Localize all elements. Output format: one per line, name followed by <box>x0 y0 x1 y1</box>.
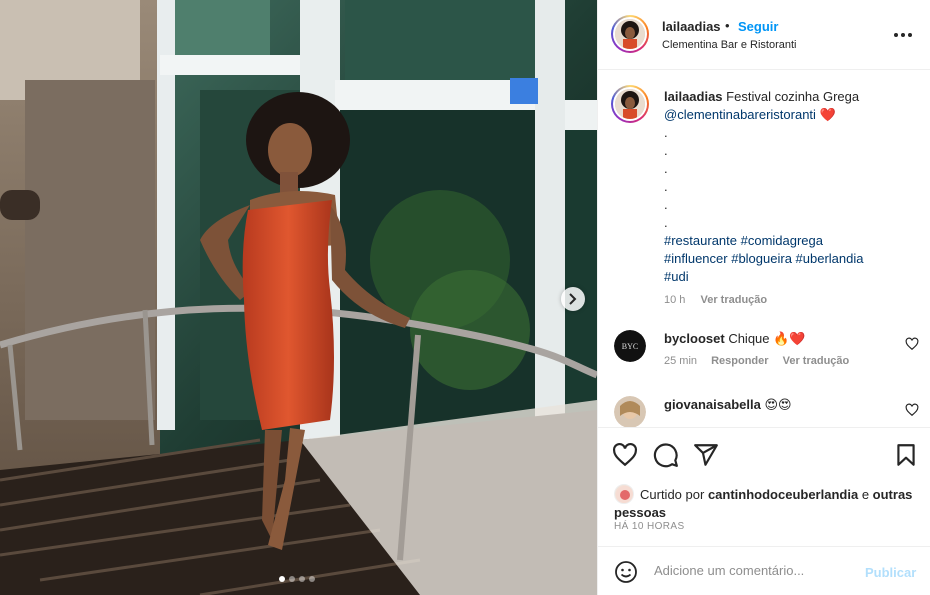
caption-dot-line: . <box>664 215 668 230</box>
more-options-icon[interactable] <box>894 26 914 44</box>
carousel-dot <box>309 576 315 582</box>
likes-prefix: Curtido por <box>640 487 705 502</box>
emoji-icon[interactable] <box>614 560 638 584</box>
caption-hashtags[interactable]: #udi <box>664 268 914 286</box>
post-image <box>0 0 597 595</box>
author-username[interactable]: lailaadias <box>662 19 721 34</box>
cantinho-logo-icon <box>616 486 633 503</box>
post-caption: lailaadias Festival cozinha Grega @cleme… <box>664 88 914 309</box>
caption-hashtags[interactable]: #influencer #blogueira #uberlandia <box>664 250 914 268</box>
caption-dot-line: . <box>664 125 668 140</box>
heart-emoji: ❤️ <box>819 107 836 122</box>
post-timestamp: HÁ 10 HORAS <box>614 521 685 532</box>
share-paper-plane-icon[interactable] <box>693 442 719 468</box>
avatar-photo-icon <box>614 396 646 427</box>
liker-avatar[interactable] <box>614 484 634 504</box>
caption-hashtags[interactable]: #restaurante #comidagrega <box>664 232 914 250</box>
caption-dot-line: . <box>664 179 668 194</box>
commenter-avatar[interactable] <box>614 396 646 427</box>
author-avatar[interactable] <box>611 15 649 53</box>
avatar-photo-icon <box>615 19 645 49</box>
carousel-dot <box>289 576 295 582</box>
carousel-dot <box>299 576 305 582</box>
heart-outline-icon[interactable] <box>905 403 919 417</box>
post-header: lailaadias • Seguir Clementina Bar e Ris… <box>598 0 930 70</box>
add-comment-bar: Publicar <box>598 546 930 595</box>
caption-username[interactable]: lailaadias <box>664 89 723 104</box>
caption-text: Festival cozinha Grega <box>726 89 860 104</box>
commenter-avatar[interactable]: BYC <box>614 330 646 362</box>
publish-button[interactable]: Publicar <box>865 565 916 580</box>
caption-dot-line: . <box>664 161 668 176</box>
caption-dot-line: . <box>664 197 668 212</box>
carousel-indicator <box>279 576 315 582</box>
save-bookmark-icon[interactable] <box>893 442 919 468</box>
likes-and: e <box>861 487 870 502</box>
post-photo[interactable] <box>0 0 597 595</box>
heart-outline-icon[interactable] <box>905 337 919 351</box>
avatar-photo-icon <box>615 89 645 119</box>
caption-time: 10 h <box>664 294 686 306</box>
comment-input[interactable] <box>654 563 854 578</box>
svg-text:BYC: BYC <box>622 342 638 351</box>
comments-section[interactable]: lailaadias Festival cozinha Grega @cleme… <box>598 71 930 427</box>
location-link[interactable]: Clementina Bar e Ristoranti <box>662 39 797 51</box>
like-heart-icon[interactable] <box>612 442 638 468</box>
byc-logo-icon: BYC <box>614 330 646 362</box>
caption-author-avatar[interactable] <box>611 85 649 123</box>
chevron-right-icon <box>569 293 577 305</box>
comment-time: 25 min <box>664 355 698 367</box>
comment-text: 😍😍 <box>764 397 792 412</box>
reply-button[interactable]: Responder <box>711 355 768 367</box>
commenter-username[interactable]: giovanaisabella <box>664 397 761 412</box>
action-bar <box>598 427 930 481</box>
caption-dot-line: . <box>664 143 668 158</box>
next-slide-button[interactable] <box>561 287 585 311</box>
post-side-panel: lailaadias • Seguir Clementina Bar e Ris… <box>597 0 930 595</box>
comment-text: Chique 🔥❤️ <box>728 331 806 346</box>
carousel-dot <box>279 576 285 582</box>
translate-link[interactable]: Ver tradução <box>700 294 767 306</box>
liker-username[interactable]: cantinhodoceuberlandia <box>708 487 858 502</box>
commenter-username[interactable]: byclooset <box>664 331 725 346</box>
likes-summary: Curtido por cantinhodoceuberlandia e out… <box>614 484 914 522</box>
separator-dot: • <box>725 18 730 33</box>
follow-button[interactable]: Seguir <box>738 19 778 34</box>
translate-link[interactable]: Ver tradução <box>783 355 850 367</box>
comment-bubble-icon[interactable] <box>653 442 679 468</box>
caption-mention[interactable]: @clementinabareristoranti <box>664 107 816 122</box>
